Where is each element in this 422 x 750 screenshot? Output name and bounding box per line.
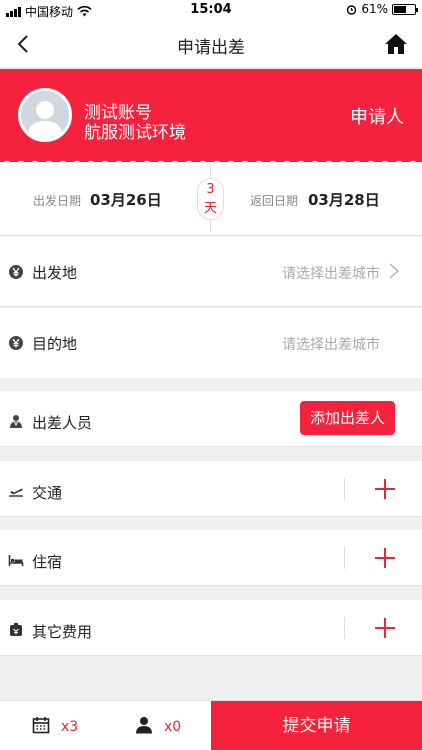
user-silhouette-icon xyxy=(27,101,63,139)
transport-label: 交通 xyxy=(32,484,63,502)
alarm-icon xyxy=(347,4,357,15)
yuan-icon xyxy=(9,265,23,279)
battery-icon xyxy=(392,3,418,15)
group-icon xyxy=(10,415,22,428)
other-costs-row: 其它费用 xyxy=(0,600,422,656)
applicant-role: 申请人 xyxy=(350,107,404,128)
return-date-label: 返回日期 xyxy=(250,194,299,208)
destination-value[interactable]: 请选择出差城市 xyxy=(282,334,380,354)
other-costs-label: 其它费用 xyxy=(32,623,93,641)
trip-count: x3 xyxy=(61,719,79,735)
lodging-label: 住宿 xyxy=(32,553,63,571)
destination-row[interactable]: 目的地 请选择出差城市 xyxy=(0,308,422,378)
chevron-right-icon xyxy=(389,263,400,279)
airplane-icon xyxy=(9,488,23,497)
applicant-environment: 航服测试环境 xyxy=(84,123,186,143)
battery-percent: 61% xyxy=(361,2,388,16)
transport-row: 交通 xyxy=(0,461,422,517)
nav-bar: 申请出差 xyxy=(0,20,422,68)
trip-days-count: 3 xyxy=(206,182,215,197)
trip-days-unit: 天 xyxy=(203,201,217,216)
lodging-divider xyxy=(344,547,345,569)
status-bar: 中国移动 15:04 61% xyxy=(0,0,422,20)
other-costs-divider xyxy=(344,617,345,639)
yuan-icon xyxy=(9,336,23,350)
origin-label: 出发地 xyxy=(32,264,78,282)
status-right: 61% xyxy=(346,2,418,16)
add-transport-plus-icon[interactable] xyxy=(375,479,395,499)
return-date-value[interactable]: 03月28日 xyxy=(308,189,380,210)
person-icon[interactable] xyxy=(135,716,153,734)
departure-date-value[interactable]: 03月26日 xyxy=(90,189,162,210)
home-icon[interactable] xyxy=(384,32,408,56)
departure-date-label: 出发日期 xyxy=(33,194,82,208)
destination-label: 目的地 xyxy=(32,335,78,353)
travelers-row: 出差人员 添加出差人 xyxy=(0,391,422,447)
bed-icon xyxy=(8,555,24,566)
add-other-costs-plus-icon[interactable] xyxy=(375,618,395,638)
travelers-label: 出差人员 xyxy=(32,414,93,432)
avatar xyxy=(18,88,72,142)
calendar-icon[interactable] xyxy=(32,716,50,734)
applicant-banner: 测试账号 航服测试环境 申请人 xyxy=(0,69,422,162)
submit-application-button[interactable]: 提交申请 xyxy=(211,701,422,750)
person-count: x0 xyxy=(164,719,182,735)
wallet-icon xyxy=(10,623,22,636)
add-traveler-button[interactable]: 添加出差人 xyxy=(299,401,395,435)
origin-value[interactable]: 请选择出差城市 xyxy=(282,263,380,283)
page-title: 申请出差 xyxy=(177,38,245,58)
bottom-bar: x3 x0 提交申请 xyxy=(0,700,422,750)
trip-days-badge: 3 天 xyxy=(197,178,224,220)
lodging-row: 住宿 xyxy=(0,530,422,586)
origin-row[interactable]: 出发地 请选择出差城市 xyxy=(0,237,422,307)
transport-divider xyxy=(344,478,345,500)
add-lodging-plus-icon[interactable] xyxy=(375,548,395,568)
date-row: 出发日期 03月26日 3 天 返回日期 03月28日 xyxy=(0,162,422,236)
